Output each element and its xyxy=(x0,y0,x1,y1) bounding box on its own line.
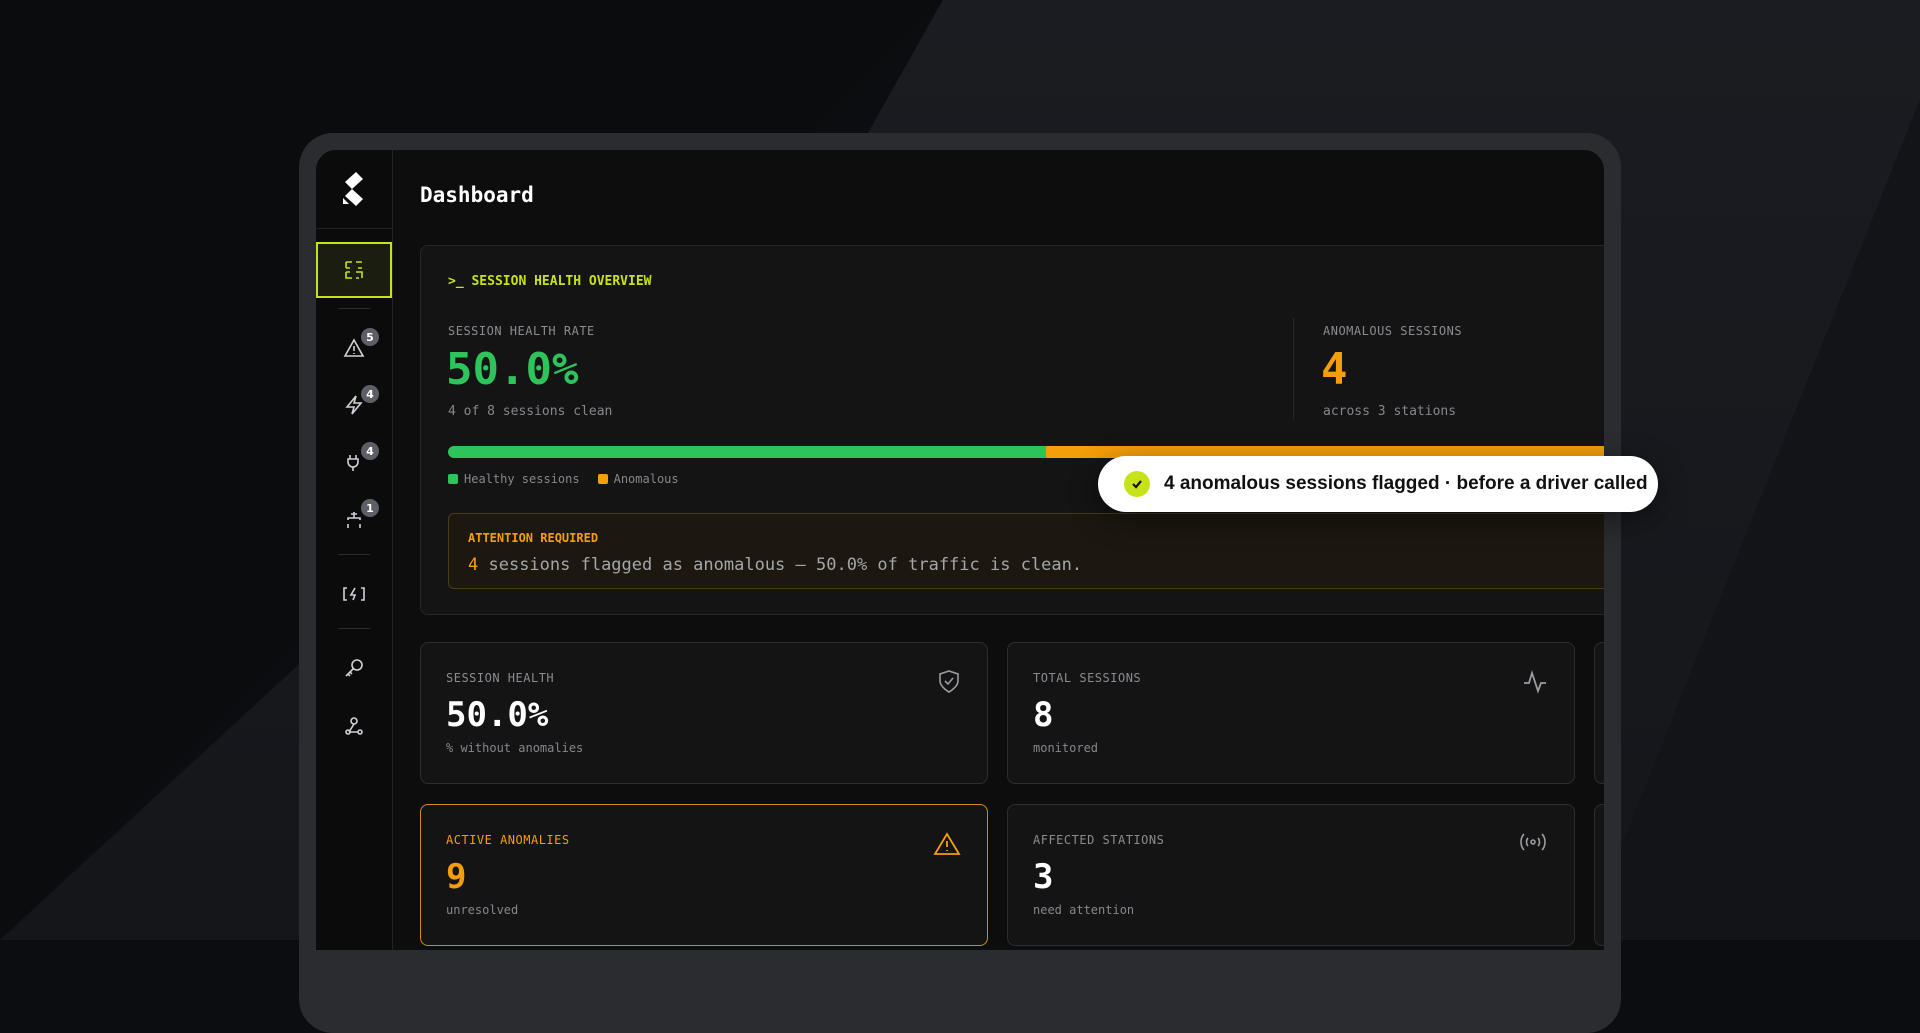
key-icon xyxy=(345,659,363,677)
health-rate-value: 50.0% xyxy=(446,344,579,395)
sidebar-item-alerts[interactable]: 5 xyxy=(316,320,392,376)
dashboard-icon xyxy=(345,261,363,279)
legend-healthy-swatch xyxy=(448,474,458,484)
sidebar-divider xyxy=(338,628,370,629)
check-circle-icon xyxy=(1124,471,1150,497)
card-label: TOTAL SESSIONS xyxy=(1033,671,1142,685)
activity-icon xyxy=(1524,670,1546,694)
health-rate-label: SESSION HEALTH RATE xyxy=(448,324,595,338)
charger-icon xyxy=(343,587,365,601)
card-label: ACTIVE ANOMALIES xyxy=(446,833,570,847)
sidebar-item-webhooks[interactable] xyxy=(316,698,392,754)
sidebar-divider xyxy=(338,554,370,555)
card-sub: need attention xyxy=(1033,903,1135,917)
page-title: Dashboard xyxy=(420,183,534,207)
sidebar-item-keys[interactable] xyxy=(316,640,392,696)
app-screen: 5 4 4 1 Dashboard >_ SESSION HEALTH OVER… xyxy=(316,150,1604,950)
card-label: AFFECTED STATIONS xyxy=(1033,833,1165,847)
attention-text: sessions flagged as anomalous — 50.0% of… xyxy=(478,555,1083,575)
webhook-icon xyxy=(345,717,363,735)
sidebar-item-stations[interactable]: 1 xyxy=(316,491,392,547)
stations-badge: 1 xyxy=(361,499,379,517)
anomalous-sessions-sub: across 3 stations xyxy=(1323,404,1457,419)
card-partial xyxy=(1594,642,1604,784)
attention-banner: ATTENTION REQUIRED 4 sessions flagged as… xyxy=(448,513,1604,589)
legend-healthy-label: Healthy sessions xyxy=(464,472,580,486)
alerts-badge: 5 xyxy=(361,328,379,346)
card-total-sessions[interactable]: TOTAL SESSIONS 8 monitored xyxy=(1007,642,1575,784)
main-content: Dashboard >_ SESSION HEALTH OVERVIEW SES… xyxy=(392,150,1604,950)
legend-anomalous-swatch xyxy=(597,474,608,484)
notification-toast[interactable]: 4 anomalous sessions flagged · before a … xyxy=(1098,456,1658,512)
attention-title: ATTENTION REQUIRED xyxy=(468,531,599,545)
logo[interactable] xyxy=(316,150,392,229)
anomalous-sessions-label: ANOMALOUS SESSIONS xyxy=(1323,324,1463,338)
card-value: 8 xyxy=(1033,695,1054,735)
attention-count: 4 xyxy=(468,555,479,575)
sidebar-item-charger[interactable] xyxy=(316,566,392,622)
card-sub: unresolved xyxy=(446,903,519,917)
bar-legend: Healthy sessions Anomalous xyxy=(448,472,679,486)
legend-anomalous-label: Anomalous xyxy=(613,472,679,486)
warning-icon xyxy=(933,832,961,855)
sessions-badge: 4 xyxy=(361,385,379,403)
sidebar-item-dashboard[interactable] xyxy=(316,242,392,298)
card-affected-stations[interactable]: AFFECTED STATIONS 3 need attention xyxy=(1007,804,1575,946)
broadcast-icon xyxy=(1520,833,1546,851)
attention-message: 4 sessions flagged as anomalous — 50.0% … xyxy=(468,555,1082,575)
connectors-badge: 4 xyxy=(361,442,379,460)
anomalous-sessions-value: 4 xyxy=(1321,344,1348,395)
sidebar-item-connectors[interactable]: 4 xyxy=(316,434,392,490)
sidebar: 5 4 4 1 xyxy=(316,150,393,950)
toast-text: 4 anomalous sessions flagged · before a … xyxy=(1164,473,1648,494)
card-sub: monitored xyxy=(1033,741,1099,755)
legend-healthy: Healthy sessions xyxy=(448,472,580,486)
legend-anomalous: Anomalous xyxy=(597,472,679,486)
sidebar-divider xyxy=(338,308,370,309)
card-value: 9 xyxy=(446,857,467,897)
session-health-overview: >_ SESSION HEALTH OVERVIEW SESSION HEALT… xyxy=(420,245,1604,615)
card-value: 3 xyxy=(1033,857,1054,897)
card-active-anomalies[interactable]: ACTIVE ANOMALIES 9 unresolved xyxy=(420,804,988,946)
card-label: SESSION HEALTH xyxy=(446,671,555,685)
card-value: 50.0% xyxy=(446,695,549,735)
card-session-health[interactable]: SESSION HEALTH 50.0% % without anomalies xyxy=(420,642,988,784)
health-rate-sub: 4 of 8 sessions clean xyxy=(448,404,613,419)
shield-check-icon xyxy=(939,670,959,693)
card-sub: % without anomalies xyxy=(446,741,584,755)
healthy-segment xyxy=(448,446,1046,458)
card-partial xyxy=(1594,804,1604,946)
sidebar-item-sessions[interactable]: 4 xyxy=(316,377,392,433)
brand-logo-icon xyxy=(343,172,363,206)
overview-heading: >_ SESSION HEALTH OVERVIEW xyxy=(448,274,652,289)
overview-divider xyxy=(1293,318,1294,420)
